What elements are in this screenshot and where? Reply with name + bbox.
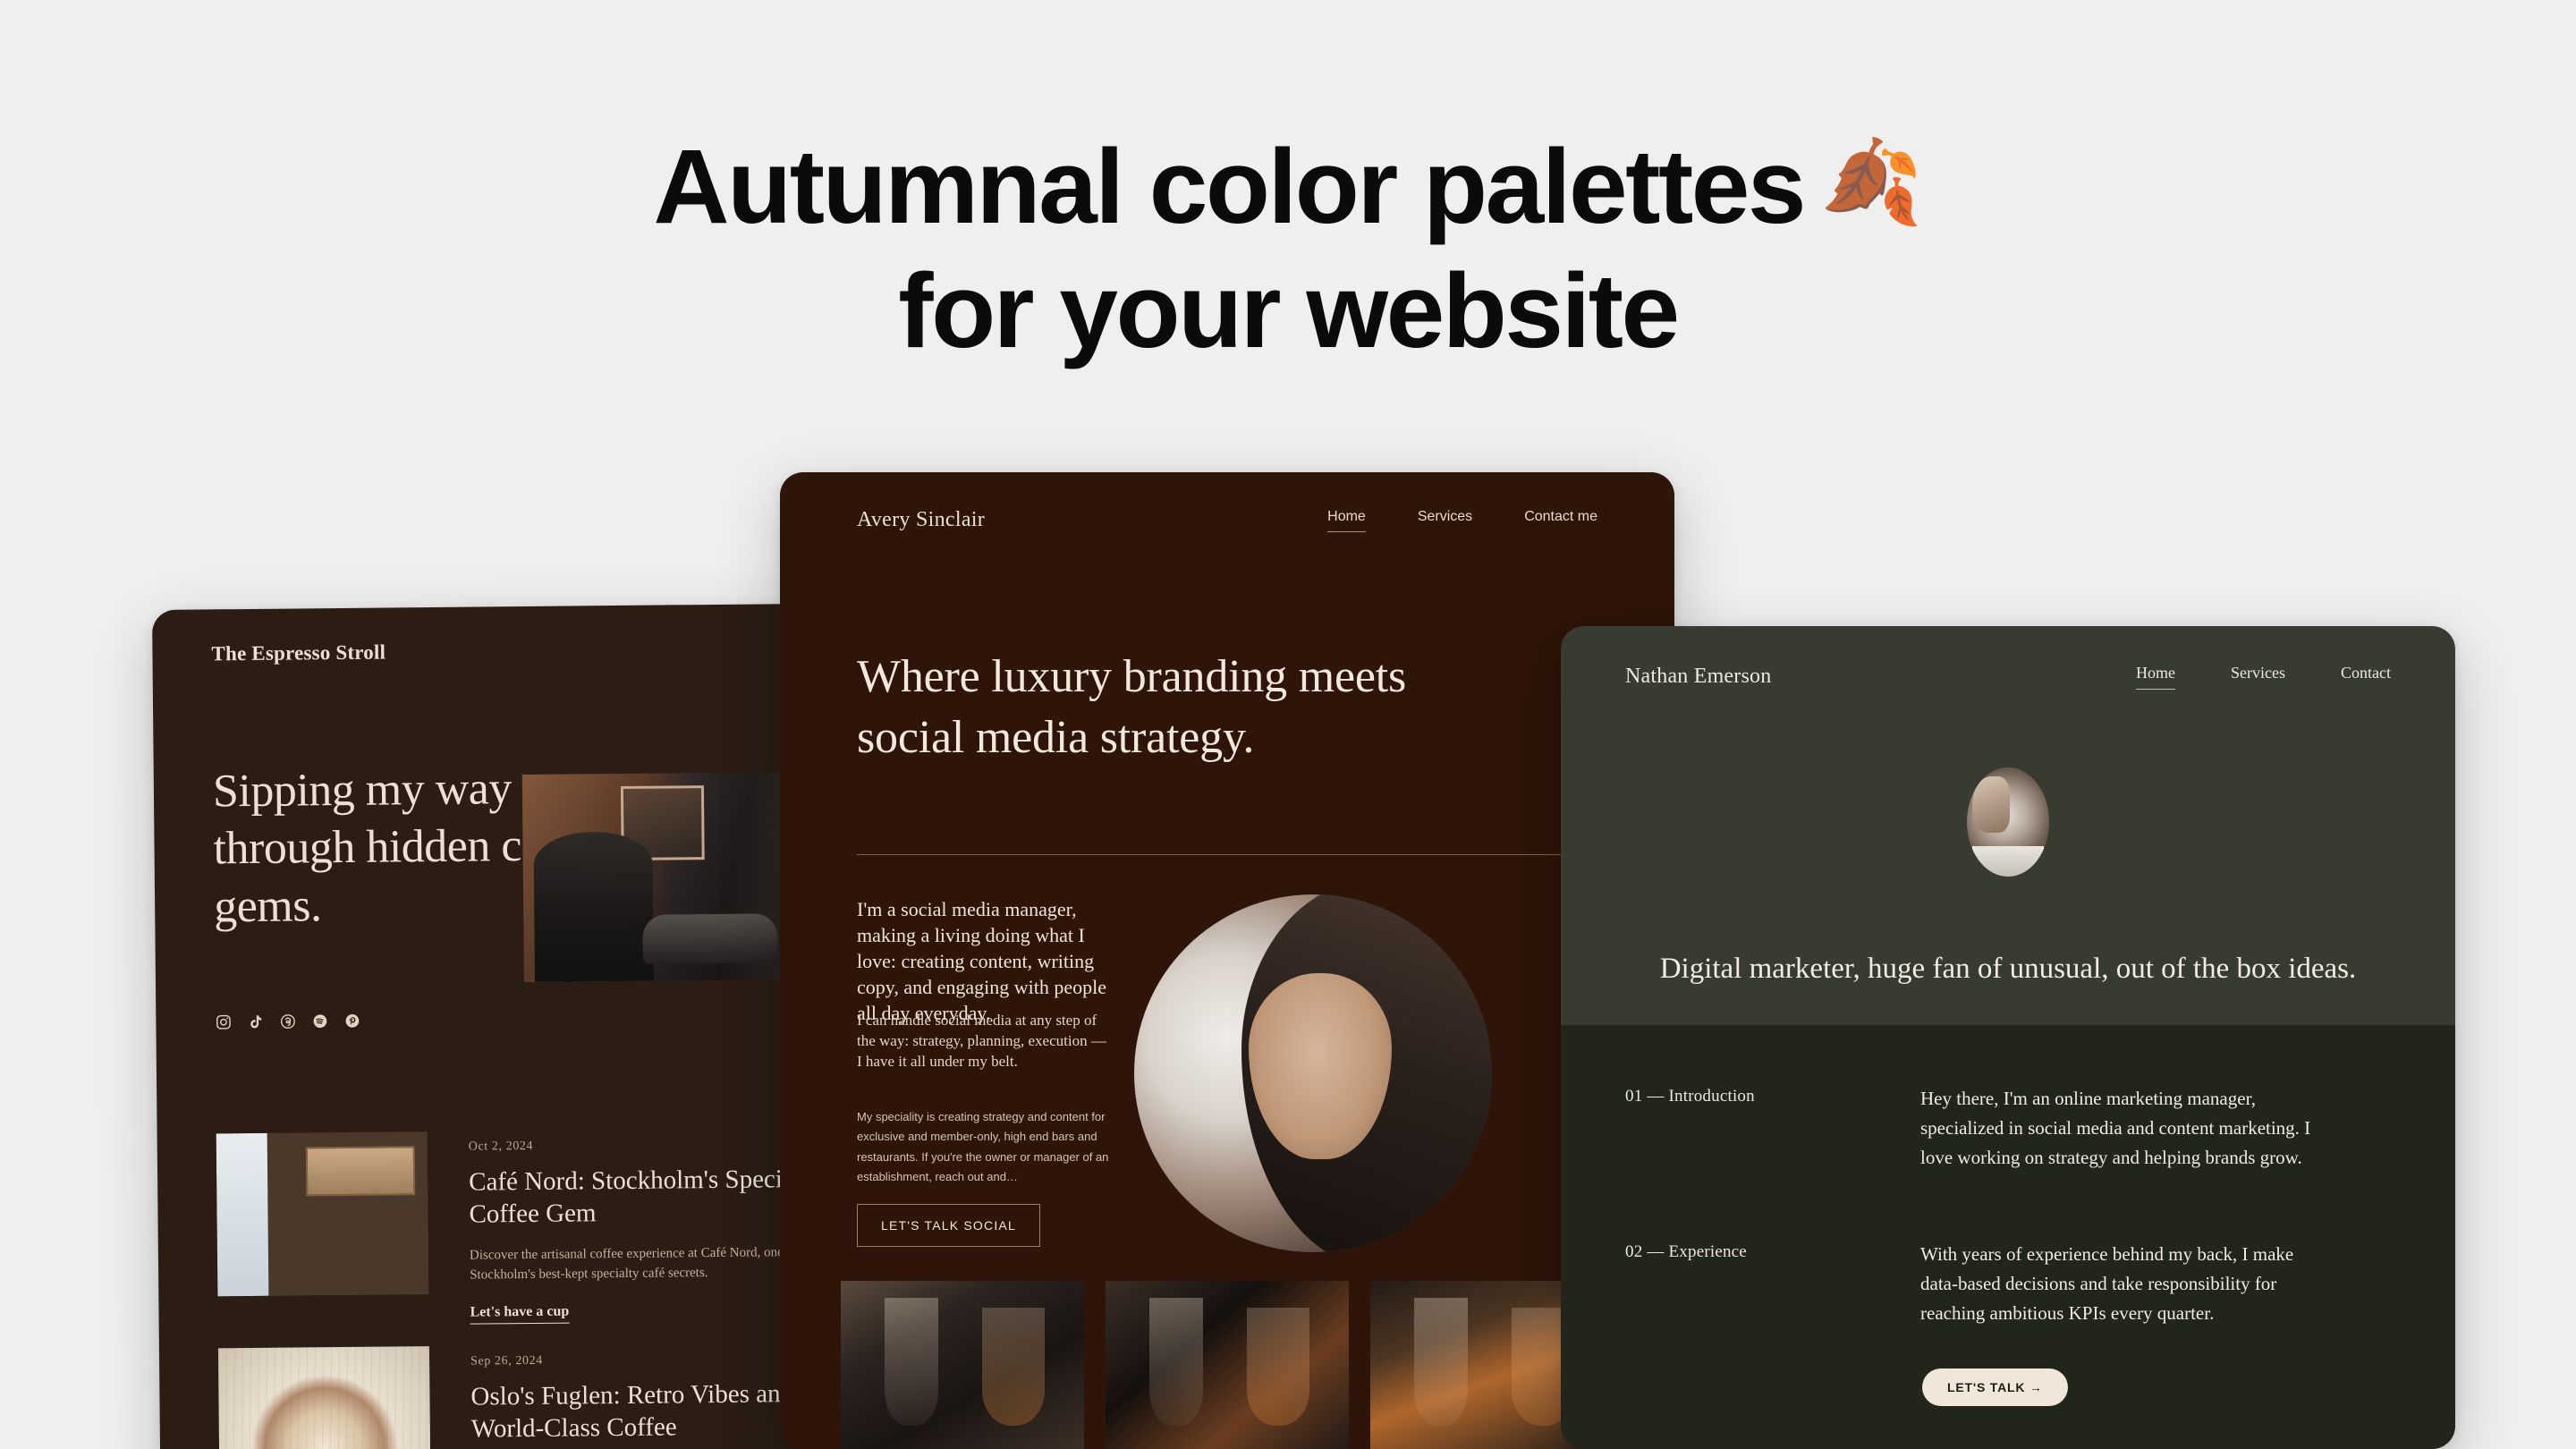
avatar-shape-arm: [1971, 775, 2010, 834]
tiktok-icon[interactable]: [247, 1013, 264, 1030]
avatar-shape-shirt: [1971, 845, 2045, 877]
nathan-item-introduction: 01 — Introduction Hey there, I'm an onli…: [1625, 1084, 2384, 1174]
avery-divider: [857, 854, 1597, 855]
instagram-icon[interactable]: [215, 1013, 232, 1030]
espresso-social-links: [215, 1013, 360, 1031]
espresso-post-1-cta-link[interactable]: Let's have a cup: [470, 1303, 570, 1325]
spotify-icon[interactable]: [311, 1013, 328, 1030]
avery-nav-links: Home Services Contact me: [1327, 509, 1597, 532]
avery-nav-item-contact-me[interactable]: Contact me: [1524, 509, 1597, 532]
nathan-item-1-label: 01 — Introduction: [1625, 1087, 1755, 1106]
nathan-nav-item-services[interactable]: Services: [2231, 664, 2285, 690]
avery-brand[interactable]: Avery Sinclair: [857, 508, 985, 532]
avery-nav-item-services[interactable]: Services: [1418, 509, 1472, 532]
nathan-nav-links: Home Services Contact: [2136, 664, 2391, 690]
page-title-line-1: Autumnal color palettes 🍂: [0, 125, 2576, 250]
nathan-nav-item-contact[interactable]: Contact: [2341, 664, 2391, 690]
avery-photo-gallery: [841, 1281, 1614, 1449]
page-title-line-2: for your website: [898, 252, 1680, 371]
nathan-brand[interactable]: Nathan Emerson: [1625, 665, 1771, 689]
mockup-card-nathan-emerson[interactable]: Nathan Emerson Home Services Contact Dig…: [1561, 626, 2455, 1449]
nathan-avatar: [1967, 767, 2049, 877]
pinterest-icon[interactable]: [343, 1013, 360, 1030]
avery-fine-paragraph: My speciality is creating strategy and c…: [857, 1110, 1109, 1184]
threads-icon[interactable]: [279, 1013, 296, 1030]
espresso-hero-photo: [521, 772, 784, 983]
espresso-post-2-thumbnail: [217, 1346, 431, 1449]
avery-gallery-photo-1[interactable]: [841, 1281, 1084, 1449]
mockup-card-avery-sinclair[interactable]: Avery Sinclair Home Services Contact me …: [780, 472, 1674, 1449]
avery-navbar: Avery Sinclair Home Services Contact me: [780, 508, 1674, 532]
lets-talk-social-button[interactable]: LET'S TALK SOCIAL: [857, 1204, 1040, 1247]
espresso-brand[interactable]: The Espresso Stroll: [211, 640, 386, 665]
page-title: Autumnal color palettes 🍂 for your websit…: [0, 125, 2576, 374]
espresso-post-1-thumbnail: [216, 1131, 429, 1297]
avery-hero-title: Where luxury branding meets social media…: [857, 651, 1407, 763]
avery-sub-paragraph: I can handle social media at any step of…: [857, 1012, 1106, 1070]
nathan-item-1-text: Hey there, I'm an online marketing manag…: [1920, 1088, 2311, 1169]
avery-gallery-photo-2[interactable]: [1106, 1281, 1349, 1449]
avery-portrait-photo: [1134, 894, 1492, 1252]
avery-nav-item-home[interactable]: Home: [1327, 509, 1366, 532]
nathan-tagline: Digital marketer, huge fan of unusual, o…: [1659, 953, 2357, 985]
photo-shape-person: [533, 831, 654, 982]
photo-shape-car: [642, 913, 779, 965]
fallen-leaves-emoji: 🍂: [1820, 134, 1923, 230]
nathan-nav-item-home[interactable]: Home: [2136, 664, 2176, 690]
nathan-item-2-text: With years of experience behind my back,…: [1920, 1242, 2294, 1324]
nathan-navbar: Nathan Emerson Home Services Contact: [1561, 664, 2455, 690]
nathan-item-experience: 02 — Experience With years of experience…: [1625, 1240, 2384, 1329]
avery-lead-paragraph: I'm a social media manager, making a liv…: [857, 898, 1106, 1025]
nathan-item-2-label: 02 — Experience: [1625, 1241, 1747, 1261]
lets-talk-button[interactable]: LET'S TALK →: [1922, 1368, 2068, 1406]
page-title-text-1: Autumnal color palettes: [653, 128, 1806, 246]
